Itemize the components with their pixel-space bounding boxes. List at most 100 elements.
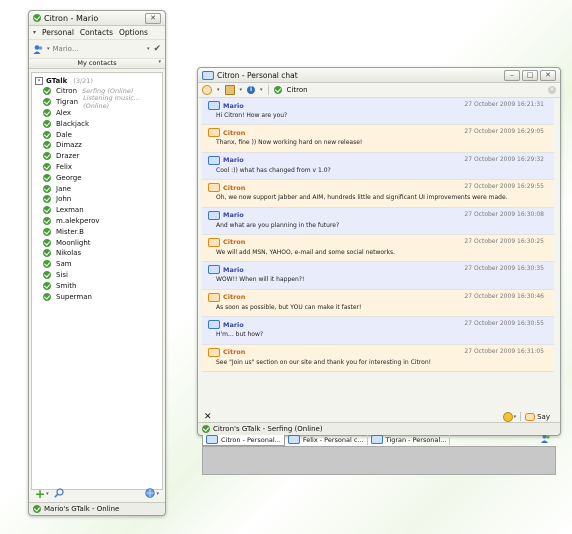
contact-item[interactable]: Blackjack bbox=[32, 118, 162, 129]
contact-item[interactable]: Dale bbox=[32, 129, 162, 140]
message-sender: Citron bbox=[208, 128, 245, 138]
maximize-button[interactable]: □ bbox=[522, 69, 538, 81]
contact-item[interactable]: Moonlight bbox=[32, 237, 162, 248]
menu-personal[interactable]: Personal bbox=[42, 28, 74, 37]
contact-item[interactable]: George bbox=[32, 172, 162, 183]
contacts-header-label: My contacts bbox=[77, 59, 117, 67]
tab-label: Felix - Personal c... bbox=[302, 435, 364, 444]
say-icon bbox=[525, 412, 536, 421]
message-icon bbox=[208, 265, 220, 275]
contact-name: Alex bbox=[56, 108, 72, 117]
chevron-down-icon[interactable]: ▾ bbox=[47, 46, 50, 52]
chevron-down-icon[interactable]: ▾ bbox=[46, 491, 49, 497]
message-history[interactable]: Mario 27 October 2009 16:21:31 Hi Citron! … bbox=[202, 98, 554, 432]
contact-item[interactable]: Tigran Listening music... (Online) bbox=[32, 94, 162, 110]
contact-item[interactable]: Nikolas bbox=[32, 248, 162, 259]
message-item: Citron 27 October 2009 16:30:46 As soon as… bbox=[202, 289, 554, 318]
contact-item[interactable]: Jane bbox=[32, 183, 162, 194]
contact-name: Superman bbox=[56, 292, 92, 301]
contact-item[interactable]: Sam bbox=[32, 259, 162, 270]
chat-status-text: Citron's GTalk - Serfing (Online) bbox=[213, 425, 323, 433]
app-status-icon bbox=[33, 14, 41, 22]
message-text: As soon as possible, but YOU can make it… bbox=[216, 303, 362, 311]
contact-item[interactable]: Smith bbox=[32, 280, 162, 291]
contact-item[interactable]: John bbox=[32, 194, 162, 205]
globe-icon[interactable] bbox=[145, 488, 156, 500]
contact-item[interactable]: m.alekperov bbox=[32, 216, 162, 227]
roster-titlebar[interactable]: Citron - Mario ✕ bbox=[29, 11, 165, 26]
tab-citron[interactable]: Citron - Personal... bbox=[202, 433, 285, 446]
message-time: 27 October 2009 16:29:05 bbox=[464, 128, 544, 136]
message-time: 27 October 2009 16:30:55 bbox=[464, 320, 544, 328]
close-chat-icon[interactable]: ✕ bbox=[548, 86, 556, 94]
status-selector[interactable]: ▾ Mario... ▾ ✔ bbox=[29, 39, 165, 59]
contact-item[interactable]: Drazer bbox=[32, 151, 162, 162]
message-input[interactable] bbox=[202, 446, 556, 475]
users-icon[interactable] bbox=[541, 434, 551, 445]
users-icon[interactable] bbox=[33, 44, 44, 55]
add-contact-icon[interactable]: + bbox=[35, 488, 45, 500]
group-gtalk[interactable]: - GTalk (3/21) bbox=[32, 75, 162, 86]
info-icon[interactable]: i bbox=[247, 86, 256, 94]
sender-name: Mario bbox=[223, 101, 244, 110]
online-icon bbox=[43, 184, 51, 193]
message-icon bbox=[208, 210, 220, 220]
roster-menubar: ▾ Personal Contacts Options bbox=[29, 26, 165, 39]
chevron-down-icon[interactable]: ▾ bbox=[217, 87, 220, 93]
message-text: Hi Citron! How are you? bbox=[216, 112, 288, 119]
contact-item[interactable]: Felix bbox=[32, 162, 162, 173]
contact-info-icon[interactable] bbox=[224, 85, 235, 95]
contact-item[interactable]: Dimazz bbox=[32, 140, 162, 151]
say-label: Say bbox=[537, 412, 550, 421]
message-text: And what are you planning in the future? bbox=[216, 221, 340, 229]
close-button[interactable]: ✕ bbox=[540, 69, 556, 81]
chat-icon bbox=[202, 70, 214, 80]
say-button[interactable]: Say bbox=[525, 412, 550, 421]
chevron-down-icon[interactable]: ▾ bbox=[158, 59, 161, 65]
contact-item[interactable]: Mister.B bbox=[32, 226, 162, 237]
contact-name: m.alekperov bbox=[56, 216, 100, 225]
chat-icon bbox=[206, 435, 218, 444]
contact-item[interactable]: Sisi bbox=[32, 270, 162, 281]
status-text[interactable]: Mario... bbox=[53, 45, 79, 53]
close-button[interactable]: ✕ bbox=[145, 12, 161, 24]
chevron-down-icon[interactable]: ▾ bbox=[240, 87, 243, 93]
chevron-down-icon[interactable]: ▾ bbox=[514, 414, 517, 420]
menu-arrow-icon[interactable]: ▾ bbox=[33, 29, 36, 36]
message-time: 27 October 2009 16:30:46 bbox=[464, 292, 544, 300]
message-text: Cool :)) what has changed from v 1.0? bbox=[216, 166, 331, 174]
contact-name: Felix bbox=[56, 162, 72, 171]
message-sender: Citron bbox=[208, 183, 245, 193]
message-item: Citron 27 October 2009 16:30:25 We will ad… bbox=[202, 234, 554, 263]
smiley-icon[interactable] bbox=[502, 411, 513, 422]
contact-name: Drazer bbox=[56, 152, 80, 161]
group-count: (3/21) bbox=[73, 76, 93, 85]
message-item: Mario 27 October 2009 16:30:35 WOW!! When … bbox=[202, 262, 554, 290]
smiley-menu-icon[interactable] bbox=[202, 85, 212, 95]
message-icon bbox=[208, 237, 220, 247]
online-icon bbox=[43, 238, 51, 247]
roster-title: Citron - Mario bbox=[44, 13, 99, 23]
chat-window: Citron - Personal chat – □ ✕ ▾ ▾ i ▾ Cit… bbox=[197, 67, 561, 475]
tab-tigran[interactable]: Tigran - Personal... bbox=[368, 434, 451, 445]
minimize-button[interactable]: – bbox=[504, 69, 520, 81]
menu-options[interactable]: Options bbox=[119, 28, 148, 37]
contact-item[interactable]: Lexman bbox=[32, 205, 162, 216]
tab-felix[interactable]: Felix - Personal c... bbox=[285, 434, 368, 445]
chat-titlebar[interactable]: Citron - Personal chat – □ ✕ bbox=[198, 68, 560, 83]
chevron-down-icon[interactable]: ▾ bbox=[147, 46, 150, 52]
menu-contacts[interactable]: Contacts bbox=[80, 28, 113, 37]
collapse-icon[interactable]: - bbox=[35, 76, 43, 85]
online-icon bbox=[43, 216, 51, 225]
message-text: We will add MSN, YAHOO, e-mail and some … bbox=[216, 248, 396, 256]
chevron-down-icon[interactable]: ▾ bbox=[156, 491, 159, 497]
check-icon[interactable]: ✔ bbox=[153, 44, 161, 54]
close-icon[interactable]: ✕ bbox=[204, 412, 212, 422]
message-sender: Mario bbox=[208, 265, 244, 275]
online-icon bbox=[43, 260, 51, 269]
contact-item[interactable]: Superman bbox=[32, 291, 162, 302]
contact-list[interactable]: - GTalk (3/21) Citron Serfing (Online) Tig… bbox=[31, 72, 163, 490]
message-icon bbox=[208, 128, 220, 138]
search-icon[interactable] bbox=[53, 488, 64, 500]
chevron-down-icon[interactable]: ▾ bbox=[260, 87, 263, 93]
